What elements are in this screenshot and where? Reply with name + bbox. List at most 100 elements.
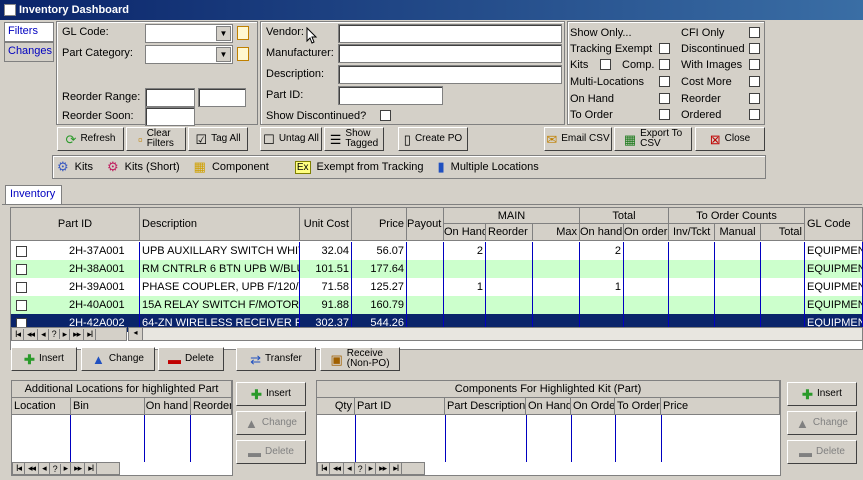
col-total-on-hand[interactable]: On hand [580, 224, 624, 241]
loc-col-location[interactable]: Location [12, 398, 71, 415]
cost-more-checkbox[interactable] [749, 76, 760, 87]
show-tagged-button[interactable]: ☰ Show Tagged [324, 127, 384, 151]
tab-changes[interactable]: Changes [4, 42, 54, 62]
with-images-checkbox[interactable] [749, 59, 760, 70]
part-category-select[interactable]: ▼ [145, 45, 233, 64]
on-hand-filter-checkbox[interactable] [659, 93, 670, 104]
change-location-button[interactable]: ▲ Change [236, 411, 306, 435]
delete-location-button[interactable]: ▬ Delete [236, 440, 306, 464]
comp-col-on-order[interactable]: On Order [571, 398, 615, 415]
loc-nav-next[interactable]: ▸ [61, 463, 72, 474]
nav-first[interactable]: I◂ [12, 328, 25, 340]
new-part-category-icon[interactable] [237, 47, 249, 61]
loc-nav-search[interactable]: ? [50, 463, 61, 474]
row-tag-checkbox[interactable] [16, 299, 27, 311]
comp-filter-checkbox[interactable] [659, 59, 670, 70]
table-row[interactable]: 2H-39A001 PHASE COUPLER, UPB F/120/240 71.… [11, 278, 863, 296]
transfer-button[interactable]: ⇄ Transfer [236, 347, 316, 371]
delete-component-button[interactable]: ▬ Delete [787, 440, 857, 464]
col-main-on-hand[interactable]: On Hand [444, 224, 486, 241]
vendor-input[interactable] [338, 24, 562, 43]
nav-next[interactable]: ▸ [60, 328, 71, 340]
delete-part-button[interactable]: ▬ Delete [158, 347, 224, 371]
col-price[interactable]: Price [352, 208, 407, 241]
loc-col-on-hand[interactable]: On hand [145, 398, 191, 415]
col-manual[interactable]: Manual [715, 224, 761, 241]
nav-search[interactable]: ? [49, 329, 60, 339]
comp-nav-next[interactable]: ▸ [366, 463, 377, 474]
reorder-soon-input[interactable] [145, 107, 195, 126]
nav-next-page[interactable]: ▸▸ [70, 328, 85, 340]
close-button[interactable]: ⊠ Close [695, 127, 765, 151]
nav-last[interactable]: ▸I [84, 328, 97, 340]
show-discontinued-checkbox[interactable] [380, 110, 391, 121]
tag-all-button[interactable]: ☑ Tag All [188, 127, 248, 151]
new-gl-code-icon[interactable] [237, 26, 249, 40]
loc-nav-prev-page[interactable]: ◂◂ [25, 463, 40, 474]
comp-nav-last[interactable]: ▸I [390, 463, 403, 474]
discontinued-checkbox[interactable] [749, 43, 760, 54]
part-id-input[interactable] [338, 86, 443, 105]
email-csv-button[interactable]: ✉ Email CSV [544, 127, 612, 151]
clear-filters-button[interactable]: ▫ Clear Filters [126, 127, 186, 151]
col-unit-cost[interactable]: Unit Cost [300, 208, 352, 241]
table-row[interactable]: 2H-37A001 UPB AUXILLARY SWITCH WHITE 32.04… [11, 242, 863, 260]
comp-nav-prev[interactable]: ◂ [344, 463, 355, 474]
table-row[interactable]: 2H-38A001 RM CNTRLR 6 BTN UPB W/BLU LE101… [11, 260, 863, 278]
loc-col-bin[interactable]: Bin [71, 398, 145, 415]
comp-nav-prev-page[interactable]: ◂◂ [330, 463, 345, 474]
col-inv-tckt[interactable]: Inv/Tckt [669, 224, 715, 241]
change-component-button[interactable]: ▲ Change [787, 411, 857, 435]
untag-all-button[interactable]: ☐ Untag All [260, 127, 322, 151]
comp-nav-next-page[interactable]: ▸▸ [376, 463, 391, 474]
row-tag-checkbox[interactable] [16, 281, 27, 293]
components-navigator[interactable]: I◂ ◂◂ ◂ ? ▸ ▸▸ ▸I [317, 462, 425, 475]
kits-filter-checkbox[interactable] [600, 59, 611, 70]
nav-prev[interactable]: ◂ [38, 328, 49, 340]
nav-prev-page[interactable]: ◂◂ [24, 328, 39, 340]
ordered-filter-checkbox[interactable] [749, 109, 760, 120]
col-part-id[interactable]: Part ID [11, 208, 140, 241]
comp-col-on-hand[interactable]: On Hand [526, 398, 571, 415]
change-part-button[interactable]: ▲ Change [81, 347, 155, 371]
receive-button[interactable]: ▣ Receive (Non-PO) [320, 347, 400, 371]
insert-location-button[interactable]: ✚ Insert [236, 382, 306, 406]
comp-col-description[interactable]: Part Description [445, 398, 526, 415]
loc-nav-next-page[interactable]: ▸▸ [71, 463, 86, 474]
comp-col-qty[interactable]: Qty [317, 398, 355, 415]
tracking-exempt-checkbox[interactable] [659, 43, 670, 54]
tab-inventory[interactable]: Inventory [5, 185, 62, 205]
comp-nav-search[interactable]: ? [355, 463, 366, 474]
comp-col-part-id[interactable]: Part ID [355, 398, 445, 415]
loc-nav-first[interactable]: I◂ [13, 463, 26, 474]
row-tag-checkbox[interactable] [16, 263, 27, 275]
loc-nav-last[interactable]: ▸I [85, 463, 98, 474]
col-main-reorder[interactable]: Reorder [486, 224, 533, 241]
to-order-filter-checkbox[interactable] [659, 109, 670, 120]
description-input[interactable] [338, 65, 562, 84]
multi-locations-checkbox[interactable] [659, 76, 670, 87]
grid-navigator[interactable]: I◂ ◂◂ ◂ ? ▸ ▸▸ ▸I [11, 327, 127, 341]
col-description[interactable]: Description [140, 208, 300, 241]
loc-nav-prev[interactable]: ◂ [39, 463, 50, 474]
col-payout[interactable]: Payout [407, 208, 444, 241]
col-main-max[interactable]: Max [533, 224, 580, 241]
reorder-range-from-input[interactable] [145, 88, 195, 107]
row-tag-checkbox[interactable] [16, 245, 27, 257]
cfi-only-checkbox[interactable] [749, 27, 760, 38]
comp-col-to-order[interactable]: To Order [615, 398, 661, 415]
comp-col-price[interactable]: Price [661, 398, 780, 415]
create-po-button[interactable]: ▯ Create PO [398, 127, 468, 151]
reorder-range-to-input[interactable] [198, 88, 246, 107]
horizontal-scrollbar[interactable]: ◂ [128, 327, 863, 341]
loc-col-reorder[interactable]: Reorder [191, 398, 232, 415]
insert-part-button[interactable]: ✚ Insert [11, 347, 77, 371]
export-csv-button[interactable]: ▦ Export To CSV [614, 127, 692, 151]
manufacturer-input[interactable] [338, 44, 562, 63]
col-gl-code[interactable]: GL Code [805, 208, 863, 241]
col-total-on-order[interactable]: On order [624, 224, 669, 241]
table-row[interactable]: 2H-40A001 15A RELAY SWITCH F/MOTORS8 91.88… [11, 296, 863, 314]
refresh-button[interactable]: ⟳ Refresh [57, 127, 124, 151]
col-total[interactable]: Total [761, 224, 805, 241]
tab-filters[interactable]: Filters [4, 22, 54, 42]
